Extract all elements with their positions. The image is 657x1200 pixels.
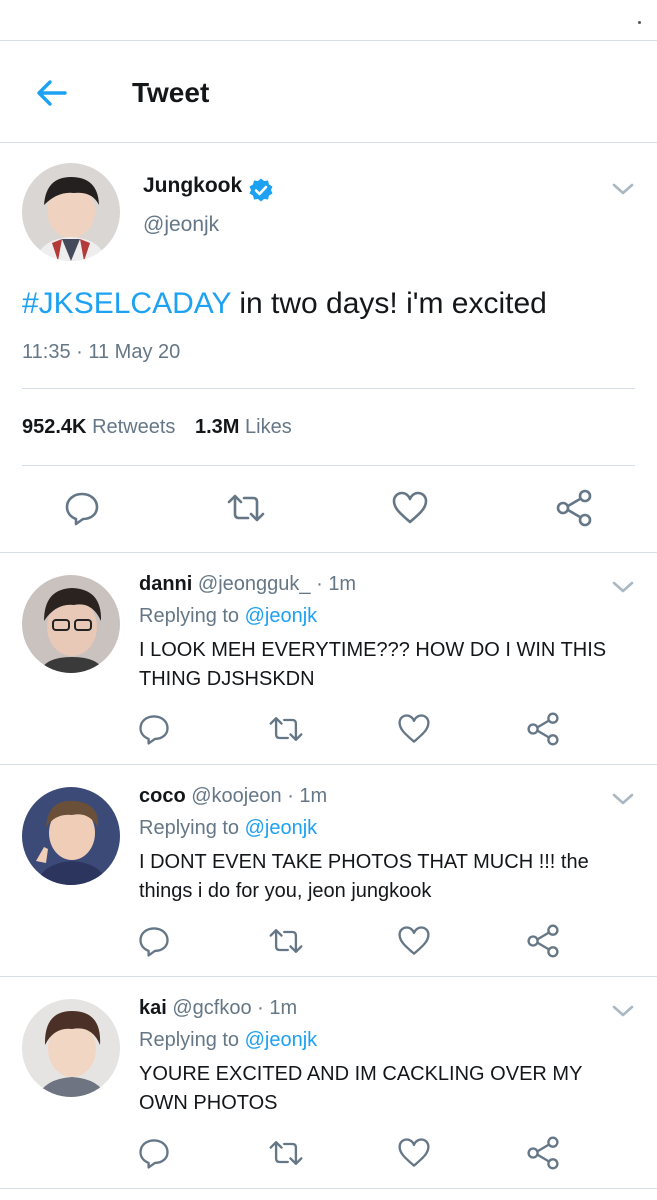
divider [22, 388, 635, 389]
avatar[interactable] [22, 575, 120, 673]
tweet-timestamp: 11:35 · 11 May 20 [22, 341, 181, 363]
reply-text: I DONT EVEN TAKE PHOTOS THAT MUCH !!! th… [139, 851, 589, 902]
share-button[interactable] [525, 711, 561, 747]
reply-time: 1m [328, 573, 357, 595]
header: Tweet [0, 40, 657, 143]
retweet-button[interactable] [268, 711, 304, 747]
share-button[interactable] [554, 488, 594, 528]
separator-dot: · [287, 785, 294, 807]
reply-author-handle[interactable]: @jeongguk_ [198, 573, 311, 595]
share-button[interactable] [525, 1135, 561, 1171]
reply-author-name[interactable]: kai [139, 997, 167, 1019]
avatar-image [22, 787, 120, 885]
chevron-down-icon[interactable] [609, 1001, 637, 1021]
reply-author-name[interactable]: danni [139, 573, 192, 595]
share-icon [556, 489, 592, 527]
reply-icon [139, 1139, 169, 1169]
replying-to: Replying to @jeonjk [139, 1029, 317, 1052]
reply-header: kai @gcfkoo · 1m [139, 997, 297, 1020]
likes-stat[interactable]: 1.3M Likes [195, 416, 292, 439]
share-icon [527, 1136, 559, 1170]
retweet-label: Retweets [92, 416, 176, 438]
divider [22, 465, 635, 466]
back-button[interactable] [32, 73, 72, 113]
avatar[interactable] [22, 787, 120, 885]
share-button[interactable] [525, 923, 561, 959]
chevron-down-icon[interactable] [609, 577, 637, 597]
reply-time: 1m [299, 785, 328, 807]
reply-button[interactable] [136, 923, 172, 959]
reply-author-handle[interactable]: @koojeon [191, 785, 281, 807]
heart-icon [398, 926, 430, 955]
reply-header: coco @koojeon · 1m [139, 785, 327, 808]
reply-icon [139, 927, 169, 957]
replying-to: Replying to @jeonjk [139, 817, 317, 840]
mention-link[interactable]: @jeonjk [245, 1029, 318, 1051]
reply-button[interactable] [136, 1135, 172, 1171]
reply-icon [65, 492, 99, 526]
reply-button[interactable] [62, 488, 102, 528]
avatar-image [22, 575, 120, 673]
replying-prefix: Replying to [139, 817, 240, 839]
reply-author-name[interactable]: coco [139, 785, 186, 807]
page-title: Tweet [132, 77, 210, 108]
tweet-text: #JKSELCADAY in two days! i'm excited [22, 286, 547, 322]
retweet-count: 952.4K [22, 416, 87, 438]
separator-dot: · [257, 997, 264, 1019]
avatar[interactable] [22, 999, 120, 1097]
share-icon [527, 712, 559, 746]
reply-button[interactable] [136, 711, 172, 747]
status-bar [0, 0, 657, 40]
author-handle[interactable]: @jeonjk [143, 213, 219, 237]
chevron-down-icon[interactable] [609, 179, 637, 199]
separator-dot: · [316, 573, 323, 595]
retweet-icon [269, 1141, 303, 1165]
avatar[interactable] [22, 163, 120, 261]
retweet-button[interactable] [268, 1135, 304, 1171]
like-button[interactable] [396, 923, 432, 959]
reply-item[interactable]: coco @koojeon · 1m Replying to @jeonjk I… [0, 765, 657, 977]
like-button[interactable] [396, 1135, 432, 1171]
verified-badge-icon [249, 178, 273, 202]
tweet-body: in two days! i'm excited [231, 287, 547, 320]
arrow-left-icon [37, 80, 67, 106]
reply-icon [139, 715, 169, 745]
share-icon [527, 924, 559, 958]
reply-header: danni @jeongguk_ · 1m [139, 573, 356, 596]
tweet-stats: 952.4K Retweets 1.3M Likes [22, 416, 306, 439]
reply-author-handle[interactable]: @gcfkoo [172, 997, 251, 1019]
like-button[interactable] [396, 711, 432, 747]
hashtag-link[interactable]: #JKSELCADAY [22, 287, 231, 320]
retweet-button[interactable] [268, 923, 304, 959]
reply-item[interactable]: danni @jeongguk_ · 1m Replying to @jeonj… [0, 553, 657, 765]
chevron-down-icon[interactable] [609, 789, 637, 809]
author-name[interactable]: Jungkook [143, 174, 242, 198]
heart-icon [398, 714, 430, 743]
replying-to: Replying to @jeonjk [139, 605, 317, 628]
avatar-image [22, 999, 120, 1097]
retweets-stat[interactable]: 952.4K Retweets [22, 416, 175, 439]
main-tweet: Jungkook @jeonjk #JKSELCADAY in two days… [0, 143, 657, 553]
retweet-icon [269, 929, 303, 953]
reply-time: 1m [269, 997, 298, 1019]
heart-icon [392, 491, 428, 524]
mention-link[interactable]: @jeonjk [245, 605, 318, 627]
retweet-icon [227, 494, 265, 522]
reply-item[interactable]: kai @gcfkoo · 1m Replying to @jeonjk YOU… [0, 977, 657, 1189]
like-button[interactable] [390, 488, 430, 528]
status-dot [638, 21, 641, 24]
heart-icon [398, 1138, 430, 1167]
reply-text: I LOOK MEH EVERYTIME??? HOW DO I WIN THI… [139, 639, 607, 690]
replying-prefix: Replying to [139, 605, 240, 627]
mention-link[interactable]: @jeonjk [245, 817, 318, 839]
like-count: 1.3M [195, 416, 240, 438]
retweet-icon [269, 717, 303, 741]
reply-text: YOURE EXCITED AND IM CACKLING OVER MY OW… [139, 1063, 583, 1114]
retweet-button[interactable] [226, 488, 266, 528]
like-label: Likes [245, 416, 292, 438]
avatar-image [22, 163, 120, 261]
replying-prefix: Replying to [139, 1029, 240, 1051]
